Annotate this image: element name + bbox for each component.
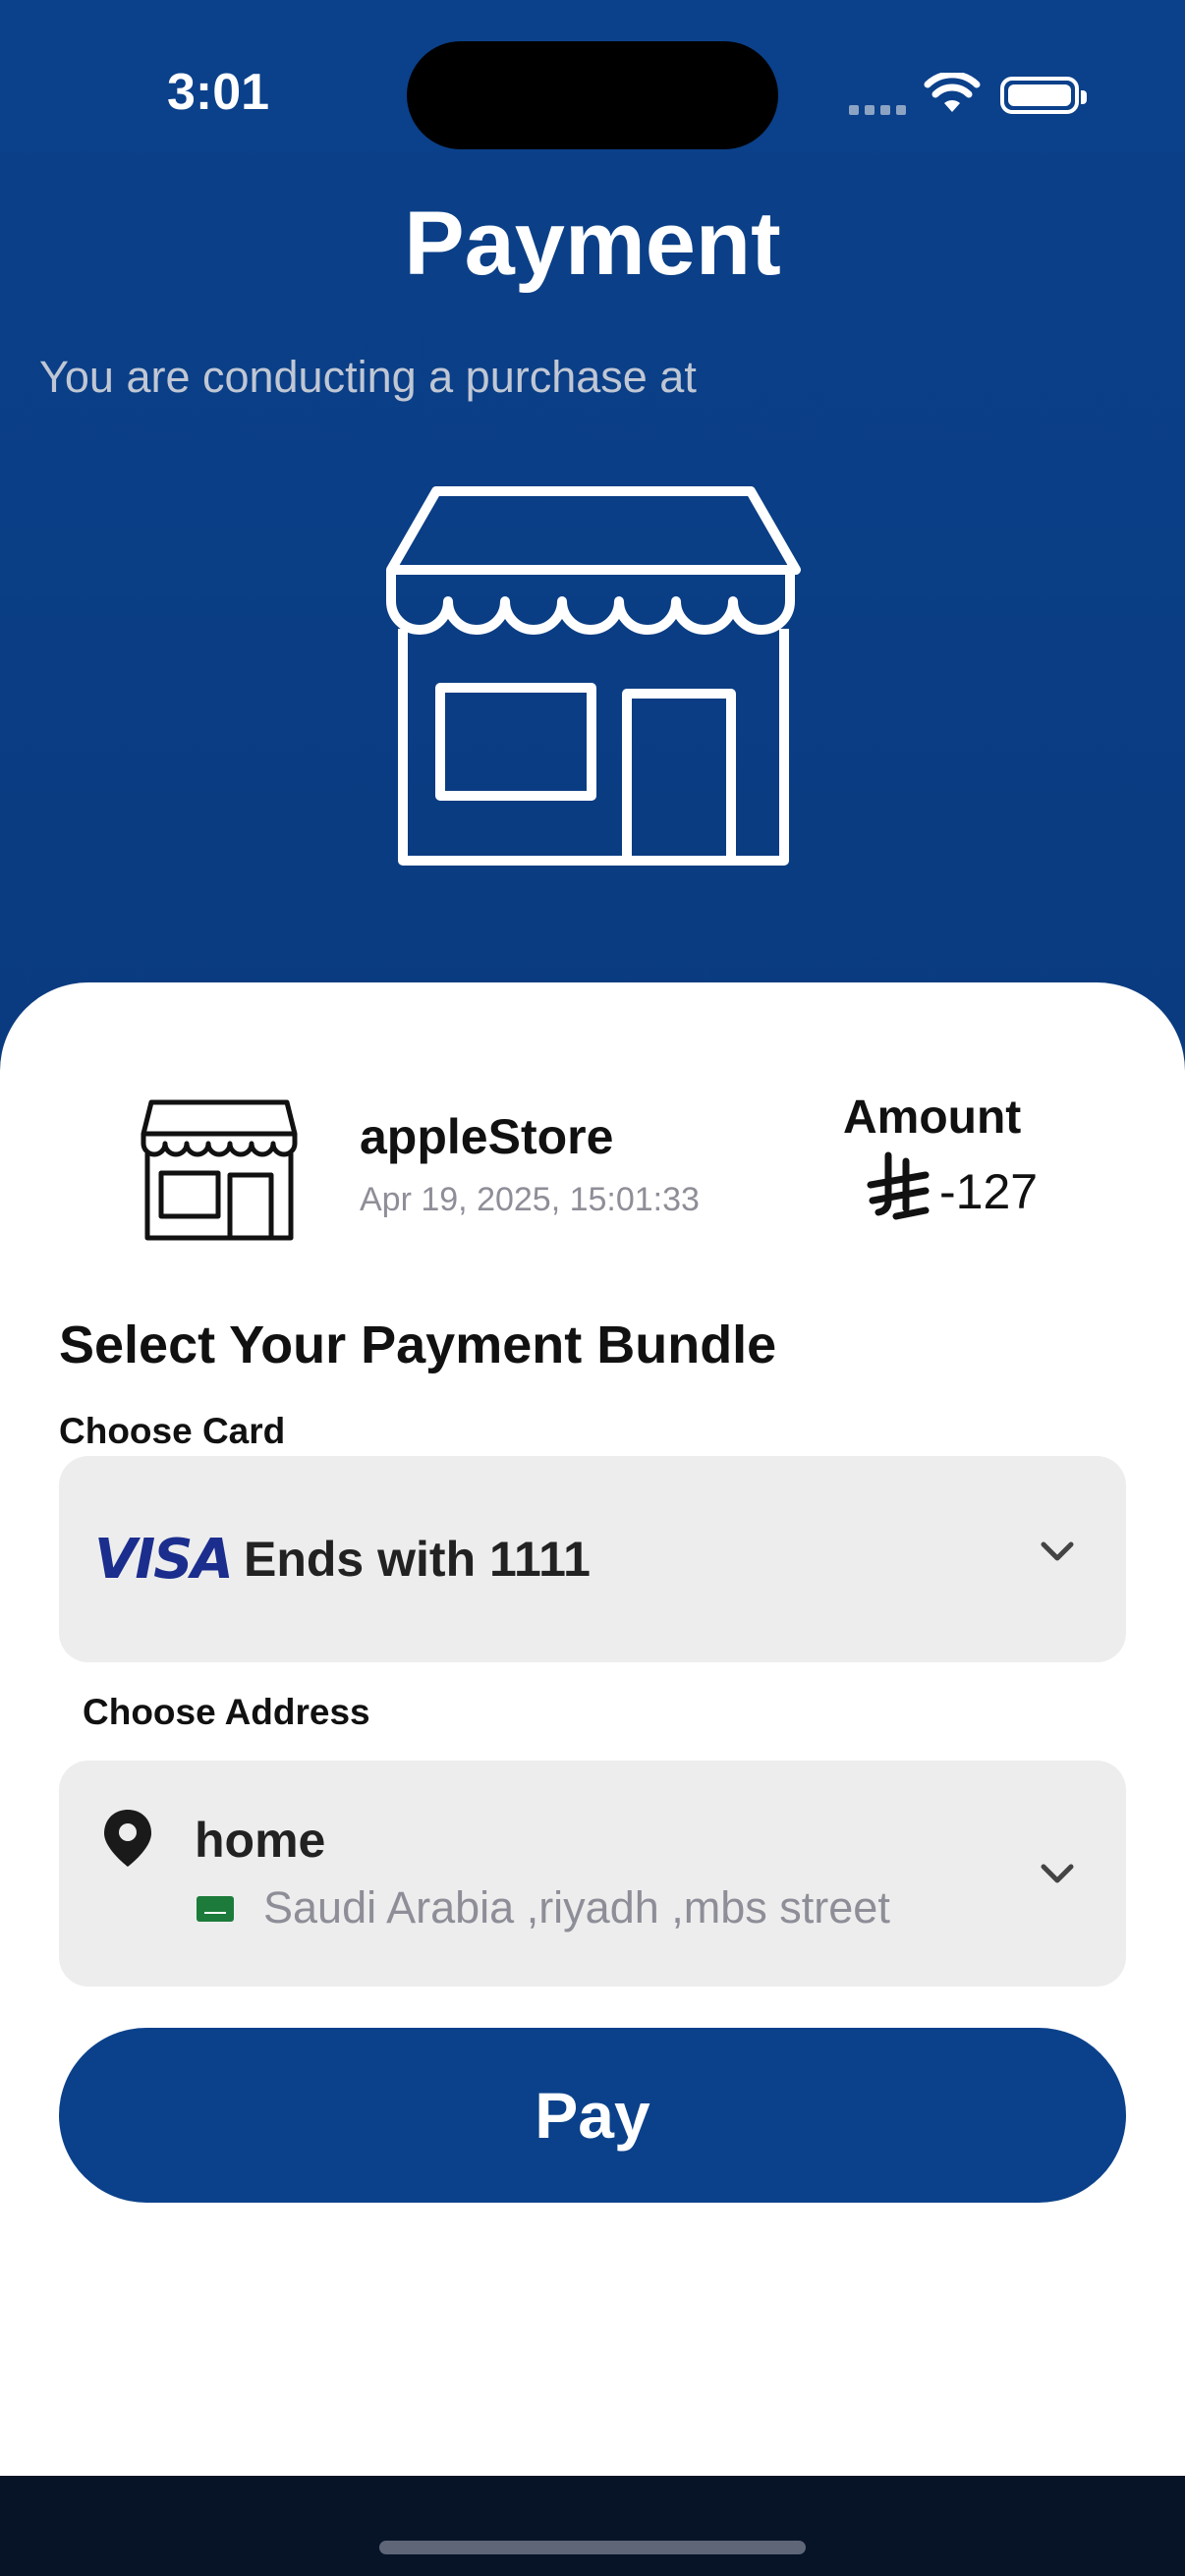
amount-value-row: -127 [867, 1151, 1038, 1231]
amount-label: Amount [843, 1092, 1022, 1144]
chevron-down-icon [1041, 1541, 1074, 1561]
dynamic-island [407, 41, 778, 149]
wifi-icon [924, 73, 981, 112]
home-indicator[interactable] [379, 2541, 806, 2554]
home-bar-area [0, 2476, 1185, 2576]
battery-icon [1000, 77, 1087, 114]
cellular-signal-icon [849, 102, 912, 120]
address-title: home [195, 1813, 326, 1868]
choose-address-label: Choose Address [83, 1692, 370, 1732]
address-dropdown[interactable]: home Saudi Arabia ,riyadh ,mbs street [59, 1761, 1126, 1987]
visa-logo-icon: VISA [94, 1528, 234, 1592]
merchant-storefront-icon [141, 1099, 298, 1241]
choose-card-label: Choose Card [59, 1411, 286, 1451]
location-pin-icon [104, 1810, 151, 1867]
amount-value: -127 [939, 1163, 1039, 1219]
payment-sheet: appleStore Apr 19, 2025, 15:01:33 Amount… [0, 982, 1185, 2478]
pay-button[interactable]: Pay [59, 2028, 1126, 2203]
card-dropdown[interactable]: VISA Ends with 1111 [59, 1456, 1126, 1662]
address-text: Saudi Arabia ,riyadh ,mbs street [263, 1882, 890, 1932]
riyal-currency-icon [867, 1151, 930, 1231]
selected-card-text: Ends with 1111 [244, 1532, 591, 1587]
pay-button-label: Pay [535, 2079, 650, 2152]
payment-bundle-title: Select Your Payment Bundle [59, 1316, 777, 1374]
transaction-datetime: Apr 19, 2025, 15:01:33 [360, 1181, 700, 1218]
chevron-down-icon [1041, 1864, 1074, 1883]
status-time: 3:01 [167, 64, 270, 121]
payment-screen: 3:01 Payment You are conducting a purcha… [0, 0, 1185, 2576]
saudi-flag-icon [197, 1896, 234, 1922]
storefront-icon [386, 486, 801, 866]
status-bar: 3:01 [0, 0, 1185, 149]
page-title: Payment [404, 194, 781, 294]
purchase-subtitle: You are conducting a purchase at [39, 352, 697, 402]
merchant-name: appleStore [360, 1109, 614, 1164]
